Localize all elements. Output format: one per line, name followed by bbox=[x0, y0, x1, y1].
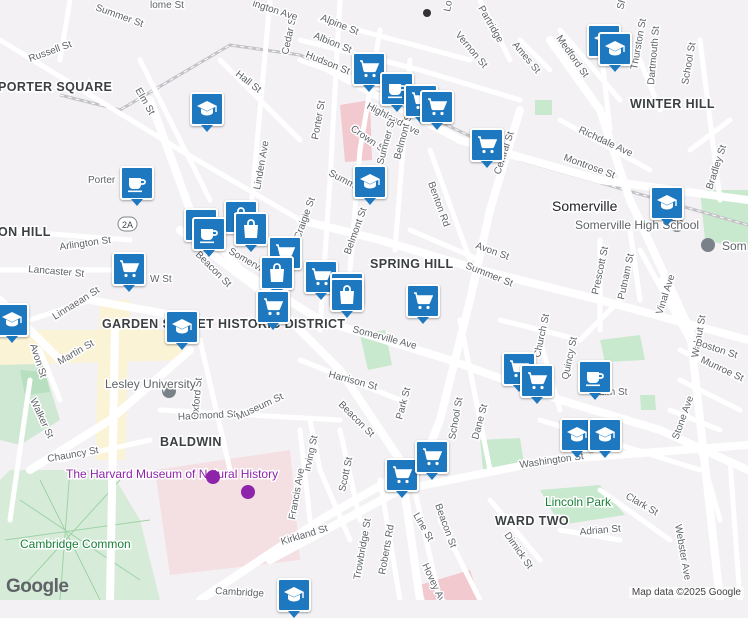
marker-school[interactable] bbox=[588, 418, 622, 458]
city-label-somerville: Somerville bbox=[552, 198, 618, 214]
area-label-garden-street-historic-district: GARDEN STREET HISTORIC DISTRICT bbox=[102, 317, 345, 331]
marker-school[interactable] bbox=[190, 92, 224, 132]
coffee-icon bbox=[125, 171, 149, 195]
school-icon bbox=[565, 423, 589, 447]
grocery-icon bbox=[117, 257, 141, 281]
marker-coffee[interactable] bbox=[120, 166, 154, 206]
grocery-icon bbox=[425, 95, 449, 119]
marker-grocery[interactable] bbox=[256, 290, 290, 330]
marker-school[interactable] bbox=[650, 186, 684, 226]
museum-poi-icon bbox=[206, 470, 220, 484]
area-label-on-hill: ON HILL bbox=[0, 225, 51, 239]
shopping-icon bbox=[239, 217, 263, 241]
building-poi-icon bbox=[701, 238, 715, 252]
transit-dot bbox=[423, 9, 431, 17]
marker-school[interactable] bbox=[165, 310, 199, 350]
grocery-icon bbox=[420, 445, 444, 469]
poi-cambridge-common: Cambridge Common bbox=[20, 537, 131, 551]
area-label-baldwin: BALDWIN bbox=[160, 435, 222, 449]
marker-grocery[interactable] bbox=[406, 284, 440, 324]
map-attribution[interactable]: Map data ©2025 Google bbox=[628, 587, 744, 598]
area-label-porter-square: PORTER SQUARE bbox=[0, 80, 112, 94]
marker-shopping[interactable] bbox=[330, 278, 364, 318]
poi-lincoln-park: Lincoln Park bbox=[545, 495, 612, 509]
marker-grocery[interactable] bbox=[420, 90, 454, 130]
area-label-winter-hill: WINTER HILL bbox=[630, 97, 715, 111]
poi-lesley-university: Lesley University bbox=[105, 377, 196, 391]
marker-grocery[interactable] bbox=[470, 128, 504, 168]
marker-school[interactable] bbox=[598, 32, 632, 72]
marker-coffee[interactable] bbox=[578, 360, 612, 400]
marker-grocery[interactable] bbox=[415, 440, 449, 480]
marker-school[interactable] bbox=[0, 303, 29, 343]
area-label-ward-two: WARD TWO bbox=[495, 514, 569, 528]
svg-text:2A: 2A bbox=[122, 220, 133, 230]
school-icon bbox=[593, 423, 617, 447]
grocery-icon bbox=[261, 295, 285, 319]
coffee-icon bbox=[583, 365, 607, 389]
school-icon bbox=[358, 170, 382, 194]
poi-somerville-high-school: Somerville High School bbox=[575, 218, 699, 232]
grocery-icon bbox=[525, 369, 549, 393]
grocery-icon bbox=[475, 133, 499, 157]
street-label: lome St bbox=[150, 0, 184, 11]
marker-school[interactable] bbox=[277, 578, 311, 618]
coffee-icon bbox=[197, 222, 221, 246]
street-label: W St bbox=[150, 274, 172, 285]
school-icon bbox=[603, 37, 627, 61]
marker-coffee[interactable] bbox=[192, 217, 226, 257]
shopping-icon bbox=[335, 283, 359, 307]
school-icon bbox=[0, 308, 24, 332]
marker-grocery[interactable] bbox=[520, 364, 554, 404]
poi-somerville-partial: Som bbox=[722, 239, 747, 253]
school-icon bbox=[655, 191, 679, 215]
area-label-spring-hill: SPRING HILL bbox=[370, 257, 454, 271]
marker-grocery[interactable] bbox=[112, 252, 146, 292]
poi-harvard-museum: The Harvard Museum of Natural History bbox=[66, 467, 278, 481]
google-logo: Google bbox=[6, 576, 69, 597]
marker-school[interactable] bbox=[353, 165, 387, 205]
school-icon bbox=[170, 315, 194, 339]
shopping-icon bbox=[265, 261, 289, 285]
route-2a-shield: 2A bbox=[117, 216, 138, 232]
grocery-icon bbox=[411, 289, 435, 313]
school-icon bbox=[195, 97, 219, 121]
street-label: Lo bbox=[442, 0, 455, 13]
marker-shopping[interactable] bbox=[260, 256, 294, 296]
museum-poi-icon bbox=[241, 485, 255, 499]
grocery-icon bbox=[390, 463, 414, 487]
marker-grocery[interactable] bbox=[385, 458, 419, 498]
street-label: Porter bbox=[88, 175, 116, 186]
marker-shopping[interactable] bbox=[234, 212, 268, 252]
school-icon bbox=[282, 583, 306, 607]
grocery-icon bbox=[357, 57, 381, 81]
